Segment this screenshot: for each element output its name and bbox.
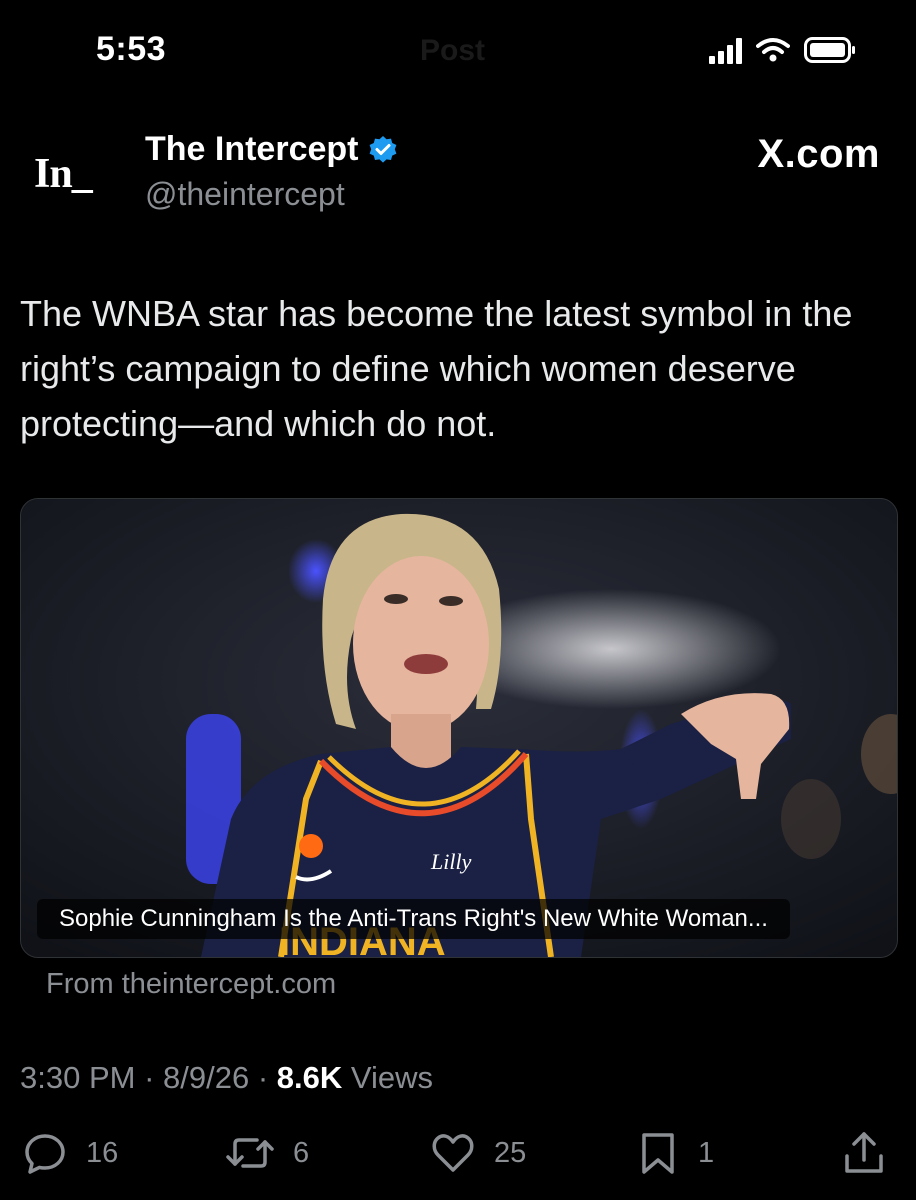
repost-count: 6 bbox=[293, 1136, 310, 1169]
share-icon bbox=[842, 1130, 886, 1176]
repost-icon bbox=[225, 1130, 275, 1176]
bookmark-count: 1 bbox=[698, 1136, 715, 1169]
author-name-text: The Intercept bbox=[145, 130, 359, 168]
reply-button[interactable]: 16 bbox=[22, 1130, 118, 1176]
tweet-text: The WNBA star has become the latest symb… bbox=[20, 293, 853, 444]
author-name[interactable]: The Intercept bbox=[145, 130, 398, 169]
tweet-meta: 3:30 PM · 8/9/26 · 8.6K Views bbox=[20, 1060, 433, 1096]
share-button[interactable] bbox=[842, 1130, 886, 1176]
signal-icon bbox=[709, 36, 742, 64]
bookmark-button[interactable]: 1 bbox=[636, 1130, 714, 1176]
status-bar: 5:53 Post bbox=[0, 0, 916, 100]
views-count: 8.6K bbox=[276, 1060, 343, 1095]
tweet-time: 3:30 PM bbox=[20, 1060, 136, 1095]
bookmark-icon bbox=[636, 1130, 680, 1176]
battery-icon bbox=[804, 37, 856, 63]
author-avatar-logo[interactable]: In_ bbox=[34, 150, 93, 198]
like-button[interactable]: 25 bbox=[430, 1130, 526, 1176]
card-title[interactable]: Sophie Cunningham Is the Anti-Trans Righ… bbox=[37, 899, 790, 939]
status-icons bbox=[709, 36, 856, 64]
repost-button[interactable]: 6 bbox=[225, 1130, 309, 1176]
heart-icon bbox=[430, 1130, 476, 1176]
status-time: 5:53 bbox=[96, 30, 167, 68]
reply-count: 16 bbox=[86, 1136, 119, 1169]
wifi-icon bbox=[756, 37, 790, 63]
status-ghost-title: Post bbox=[420, 34, 486, 67]
meta-separator: · bbox=[257, 1060, 277, 1095]
like-count: 25 bbox=[494, 1136, 527, 1169]
link-card[interactable]: Lilly INDIANA Sophie Cunningham Is the A… bbox=[20, 498, 898, 958]
views-label[interactable]: Views bbox=[351, 1060, 433, 1095]
tweet-date: 8/9/26 bbox=[163, 1060, 250, 1095]
author-handle[interactable]: @theintercept bbox=[145, 176, 345, 213]
tweet-header: In_ The Intercept @theintercept X.com bbox=[0, 120, 916, 230]
action-bar: 16 6 25 1 bbox=[0, 1130, 916, 1190]
reply-icon bbox=[22, 1130, 68, 1176]
meta-separator: · bbox=[144, 1060, 164, 1095]
verified-badge-icon bbox=[368, 135, 398, 165]
card-photo: Lilly INDIANA bbox=[21, 499, 897, 957]
jersey-sponsor-text: Lilly bbox=[430, 849, 472, 874]
card-source[interactable]: From theintercept.com bbox=[46, 968, 336, 1001]
x-site-badge: X.com bbox=[757, 132, 880, 176]
